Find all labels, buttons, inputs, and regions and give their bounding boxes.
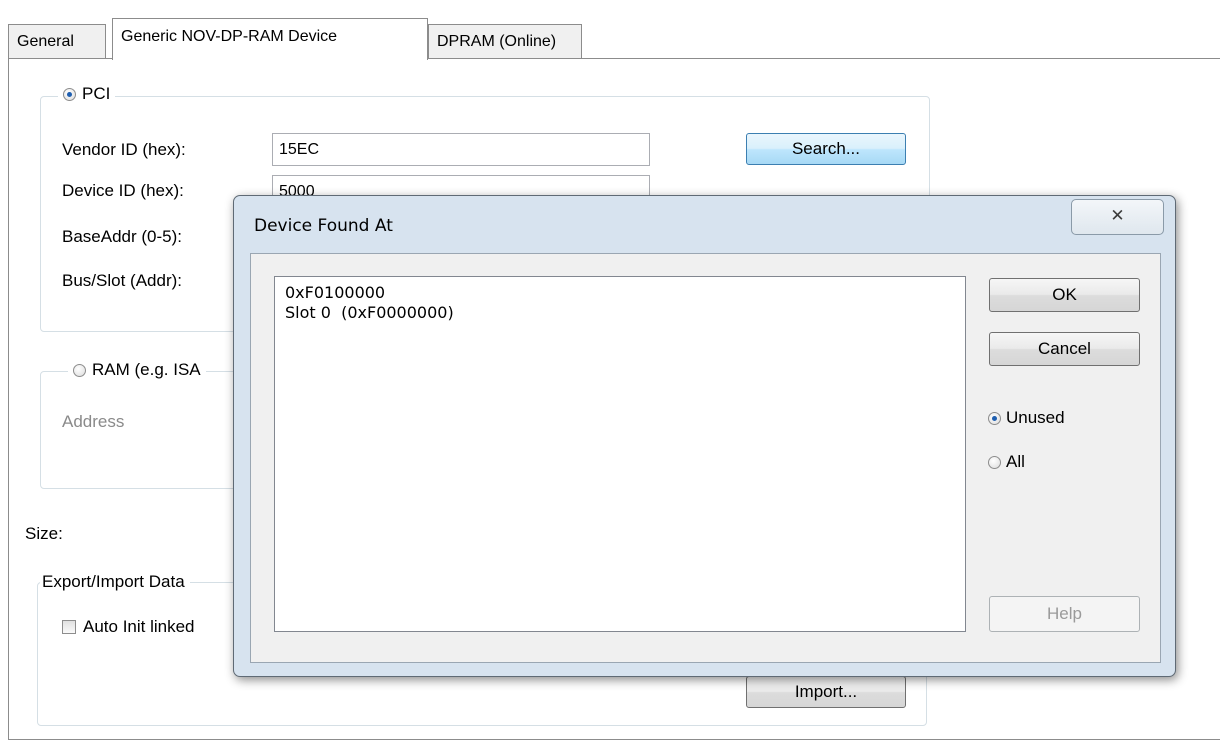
device-found-dialog: Device Found At ✕ 0xF0100000 Slot 0 (0xF… [233, 195, 1176, 677]
pci-radio[interactable] [63, 87, 76, 101]
vendor-id-field[interactable]: 15EC [272, 133, 650, 166]
tab-dpram-online[interactable]: DPRAM (Online) [428, 24, 582, 59]
busslot-label: Bus/Slot (Addr): [62, 271, 182, 290]
pci-radio-label: PCI [82, 84, 111, 103]
close-icon: ✕ [1110, 206, 1125, 225]
cancel-button[interactable]: Cancel [989, 332, 1140, 366]
tab-generic-nov-dp-ram-device[interactable]: Generic NOV-DP-RAM Device [112, 18, 428, 60]
auto-init-checkbox-row[interactable]: Auto Init linked [62, 617, 195, 637]
ok-button[interactable]: OK [989, 278, 1140, 312]
list-item[interactable]: Slot 0 (0xF0000000) [285, 303, 965, 323]
import-button[interactable]: Import... [746, 676, 906, 708]
device-list[interactable]: 0xF0100000 Slot 0 (0xF0000000) [274, 276, 966, 632]
unused-radio-label: Unused [1006, 408, 1065, 427]
size-label: Size: [25, 524, 63, 543]
search-button[interactable]: Search... [746, 133, 906, 165]
unused-radio[interactable] [988, 411, 1001, 425]
auto-init-label: Auto Init linked [83, 617, 195, 636]
all-radio[interactable] [988, 455, 1001, 469]
close-button[interactable]: ✕ [1071, 199, 1164, 235]
tab-generic-label: Generic NOV-DP-RAM Device [121, 28, 338, 45]
ram-radio-label: RAM (e.g. ISA [92, 360, 201, 379]
unused-radio-row[interactable]: Unused [988, 408, 1065, 428]
address-label: Address [62, 412, 125, 431]
list-item[interactable]: 0xF0100000 [285, 283, 965, 303]
all-radio-label: All [1006, 452, 1025, 471]
help-button[interactable]: Help [989, 596, 1140, 632]
device-id-label: Device ID (hex): [62, 181, 184, 200]
tab-dpram-label: DPRAM (Online) [437, 33, 557, 50]
ram-group-title[interactable]: RAM (e.g. ISA [68, 360, 206, 380]
tab-general-label: General [17, 33, 74, 50]
vendor-id-label: Vendor ID (hex): [62, 140, 186, 159]
ram-radio[interactable] [73, 363, 86, 377]
export-import-title: Export/Import Data [40, 572, 190, 592]
auto-init-checkbox[interactable] [62, 620, 76, 634]
dialog-title: Device Found At [254, 216, 393, 236]
export-import-label: Export/Import Data [42, 572, 185, 591]
baseaddr-label: BaseAddr (0-5): [62, 227, 182, 246]
dialog-client-area: 0xF0100000 Slot 0 (0xF0000000) OK Cancel… [250, 253, 1161, 663]
pci-group-title[interactable]: PCI [58, 84, 116, 104]
tab-general[interactable]: General [8, 24, 106, 59]
all-radio-row[interactable]: All [988, 452, 1025, 472]
